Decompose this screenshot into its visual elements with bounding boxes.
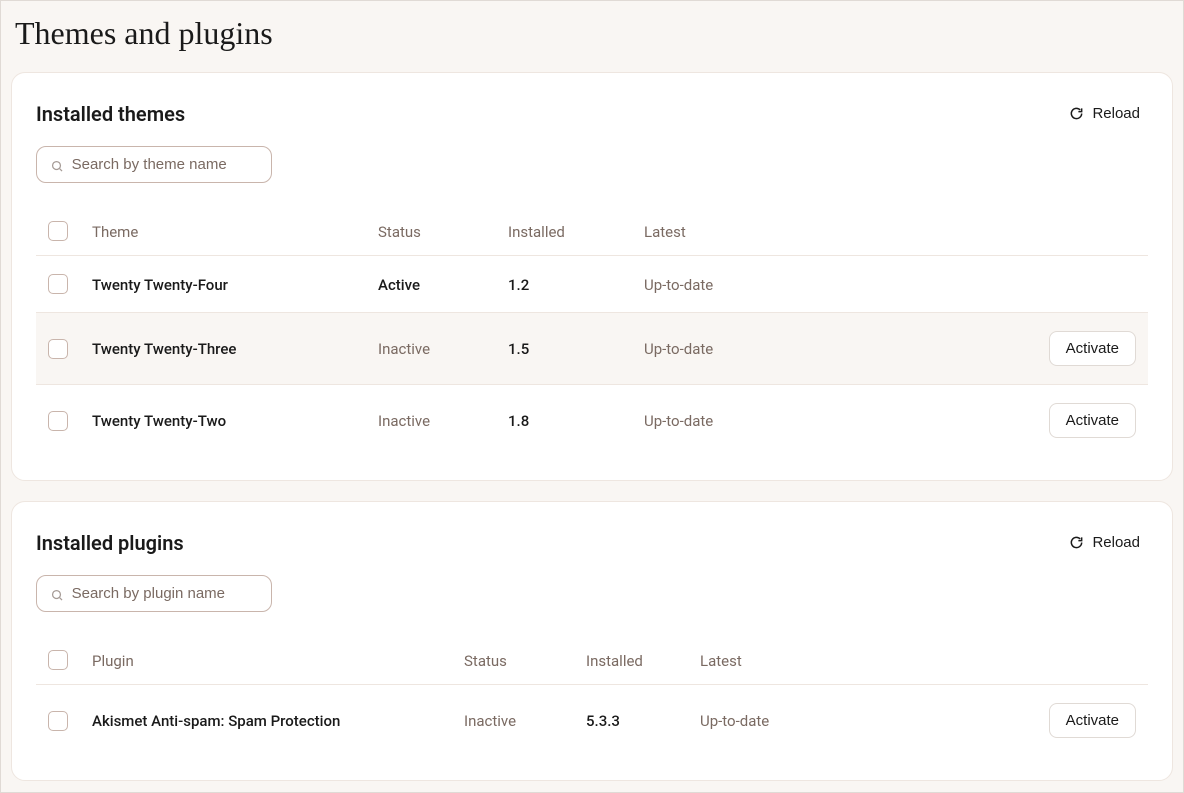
theme-status: Inactive [378, 412, 430, 430]
search-icon [51, 587, 64, 601]
col-header-status: Status [378, 223, 421, 241]
table-row: Twenty Twenty-Four Active 1.2 Up-to-date [36, 256, 1148, 313]
theme-status: Active [378, 276, 420, 294]
themes-search-input[interactable] [72, 156, 257, 173]
theme-latest: Up-to-date [644, 276, 713, 294]
theme-status: Inactive [378, 340, 430, 358]
row-checkbox[interactable] [48, 339, 68, 359]
themes-table: Theme Status Installed Latest Twenty Twe… [36, 211, 1148, 456]
reload-icon [1069, 106, 1084, 121]
themes-table-header: Theme Status Installed Latest [36, 211, 1148, 256]
col-header-latest: Latest [644, 223, 686, 241]
col-header-installed: Installed [508, 223, 565, 241]
plugins-search-input[interactable] [72, 585, 257, 602]
plugins-search-wrapper[interactable] [36, 575, 272, 612]
col-header-status: Status [464, 652, 507, 670]
reload-plugins-button[interactable]: Reload [1061, 530, 1148, 555]
theme-installed: 1.8 [508, 412, 529, 430]
table-row: Twenty Twenty-Two Inactive 1.8 Up-to-dat… [36, 385, 1148, 456]
theme-installed: 1.2 [508, 276, 529, 294]
reload-themes-button[interactable]: Reload [1061, 101, 1148, 126]
plugins-table-header: Plugin Status Installed Latest [36, 640, 1148, 685]
theme-name: Twenty Twenty-Four [92, 276, 228, 294]
plugins-card: Installed plugins Reload Plugin [11, 501, 1173, 781]
row-checkbox[interactable] [48, 711, 68, 731]
themes-select-all-checkbox[interactable] [48, 221, 68, 241]
col-header-latest: Latest [700, 652, 742, 670]
theme-latest: Up-to-date [644, 340, 713, 358]
plugins-title: Installed plugins [36, 531, 184, 555]
col-header-theme: Theme [92, 223, 138, 241]
plugin-installed: 5.3.3 [586, 712, 620, 730]
reload-icon [1069, 535, 1084, 550]
plugin-status: Inactive [464, 712, 516, 730]
theme-name: Twenty Twenty-Two [92, 412, 226, 430]
col-header-installed: Installed [586, 652, 643, 670]
plugins-select-all-checkbox[interactable] [48, 650, 68, 670]
reload-plugins-label: Reload [1092, 534, 1140, 551]
themes-card: Installed themes Reload Theme [11, 72, 1173, 481]
table-row: Akismet Anti-spam: Spam Protection Inact… [36, 685, 1148, 756]
themes-title: Installed themes [36, 102, 185, 126]
plugin-latest: Up-to-date [700, 712, 769, 730]
reload-themes-label: Reload [1092, 105, 1140, 122]
search-icon [51, 158, 64, 172]
activate-button[interactable]: Activate [1049, 331, 1136, 366]
plugin-name: Akismet Anti-spam: Spam Protection [92, 712, 340, 730]
table-row: Twenty Twenty-Three Inactive 1.5 Up-to-d… [36, 313, 1148, 385]
theme-name: Twenty Twenty-Three [92, 340, 236, 358]
theme-installed: 1.5 [508, 340, 529, 358]
themes-search-wrapper[interactable] [36, 146, 272, 183]
theme-latest: Up-to-date [644, 412, 713, 430]
plugins-table: Plugin Status Installed Latest Akismet A… [36, 640, 1148, 756]
row-checkbox[interactable] [48, 411, 68, 431]
activate-button[interactable]: Activate [1049, 403, 1136, 438]
page-title: Themes and plugins [15, 15, 1169, 52]
activate-button[interactable]: Activate [1049, 703, 1136, 738]
col-header-plugin: Plugin [92, 652, 134, 670]
row-checkbox[interactable] [48, 274, 68, 294]
